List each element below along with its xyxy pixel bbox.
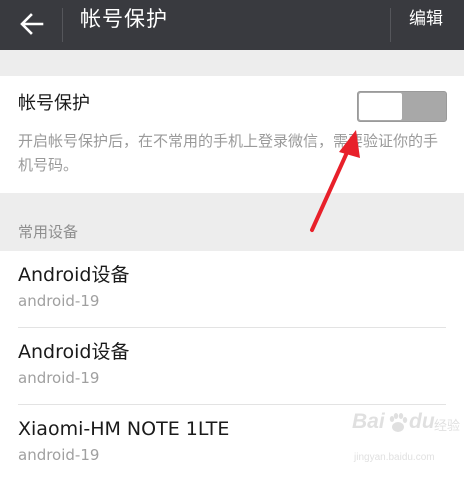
device-os: android-19: [18, 446, 100, 464]
watermark-brand: du: [409, 410, 435, 433]
device-item[interactable]: Android设备 android-19: [0, 328, 464, 404]
device-name: Android设备: [18, 341, 130, 363]
device-name: Android设备: [18, 264, 130, 286]
baidu-watermark: Bai du 经验 jingyan.baidu.com: [352, 408, 460, 470]
toggle-knob: [359, 93, 402, 120]
edit-button-label: 编辑: [409, 9, 443, 29]
device-os: android-19: [18, 292, 100, 310]
title-divider: [62, 8, 63, 42]
title-bar: 帐号保护 编辑: [0, 0, 464, 50]
devices-section-title: 常用设备: [18, 223, 79, 241]
account-protection-screen: 帐号保护 编辑 帐号保护 开启帐号保护后，在不常用的手机上登录微信，需要验证你的…: [0, 0, 464, 479]
device-os: android-19: [18, 369, 100, 387]
edit-button[interactable]: 编辑: [391, 0, 464, 50]
watermark-brand: Bai: [352, 410, 385, 433]
protection-card: 帐号保护 开启帐号保护后，在不常用的手机上登录微信，需要验证你的手机号码。: [0, 76, 464, 193]
protection-description: 开启帐号保护后，在不常用的手机上登录微信，需要验证你的手机号码。: [18, 132, 439, 174]
device-name: Xiaomi-HM NOTE 1LTE: [18, 418, 230, 440]
watermark-label: 经验: [434, 418, 461, 433]
watermark-url: jingyan.baidu.com: [354, 452, 435, 463]
paw-icon: [389, 413, 408, 432]
back-button[interactable]: [0, 0, 62, 50]
protection-toggle[interactable]: [357, 91, 447, 122]
page-title: 帐号保护: [80, 7, 168, 31]
protection-label: 帐号保护: [18, 93, 90, 114]
back-arrow-icon: [20, 13, 44, 35]
device-item[interactable]: Android设备 android-19: [0, 251, 464, 327]
